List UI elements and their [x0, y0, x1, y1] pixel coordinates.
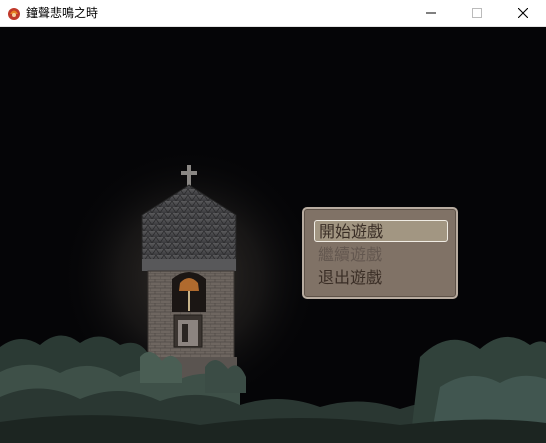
game-window: 鐘聲悲鳴之時 開始遊戲 繼續遊戲 退出遊戲	[0, 0, 546, 443]
title-bar[interactable]: 鐘聲悲鳴之時	[0, 0, 546, 27]
title-menu: 開始遊戲 繼續遊戲 退出遊戲	[302, 207, 458, 299]
scene-artwork	[0, 27, 546, 443]
game-scene[interactable]: 開始遊戲 繼續遊戲 退出遊戲	[0, 27, 546, 443]
menu-item-continue[interactable]: 繼續遊戲	[314, 244, 448, 266]
maximize-button[interactable]	[454, 0, 500, 26]
maximize-icon	[472, 8, 482, 18]
app-icon	[8, 8, 20, 20]
menu-item-new-game[interactable]: 開始遊戲	[314, 220, 448, 242]
minimize-icon	[426, 12, 436, 14]
close-icon	[518, 8, 528, 18]
minimize-button[interactable]	[408, 0, 454, 26]
menu-item-exit[interactable]: 退出遊戲	[314, 267, 448, 289]
close-button[interactable]	[500, 0, 546, 26]
window-title: 鐘聲悲鳴之時	[26, 6, 99, 20]
